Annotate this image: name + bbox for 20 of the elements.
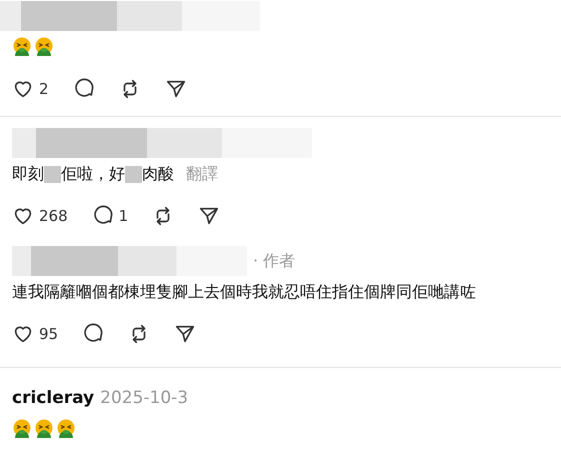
- vomiting-face-icon: [34, 419, 54, 439]
- share-button[interactable]: [198, 205, 220, 227]
- send-icon: [198, 205, 220, 227]
- vomiting-face-icon: [12, 37, 32, 57]
- post-date: 2025-10-3: [100, 388, 188, 408]
- like-button[interactable]: 2: [12, 78, 49, 100]
- send-icon: [164, 78, 187, 100]
- like-button[interactable]: 268: [12, 205, 68, 227]
- comment-text: 連我隔籬嗰個都棟埋隻腳上去個時我就忍唔住指住個牌同佢哋講咗: [12, 282, 476, 302]
- username[interactable]: cricleray: [12, 388, 94, 408]
- vomiting-face-icon: [34, 37, 54, 57]
- like-button[interactable]: 95: [12, 323, 58, 345]
- vomiting-face-icon: [12, 419, 32, 439]
- share-button[interactable]: [174, 323, 196, 345]
- author-label: · 作者: [253, 250, 296, 272]
- comment-text: 即刻 佢啦，好 肉酸: [12, 164, 174, 184]
- vomiting-face-icon: [56, 419, 76, 439]
- share-button[interactable]: [164, 78, 187, 100]
- send-icon: [174, 323, 196, 345]
- reply-button[interactable]: 1: [92, 205, 128, 227]
